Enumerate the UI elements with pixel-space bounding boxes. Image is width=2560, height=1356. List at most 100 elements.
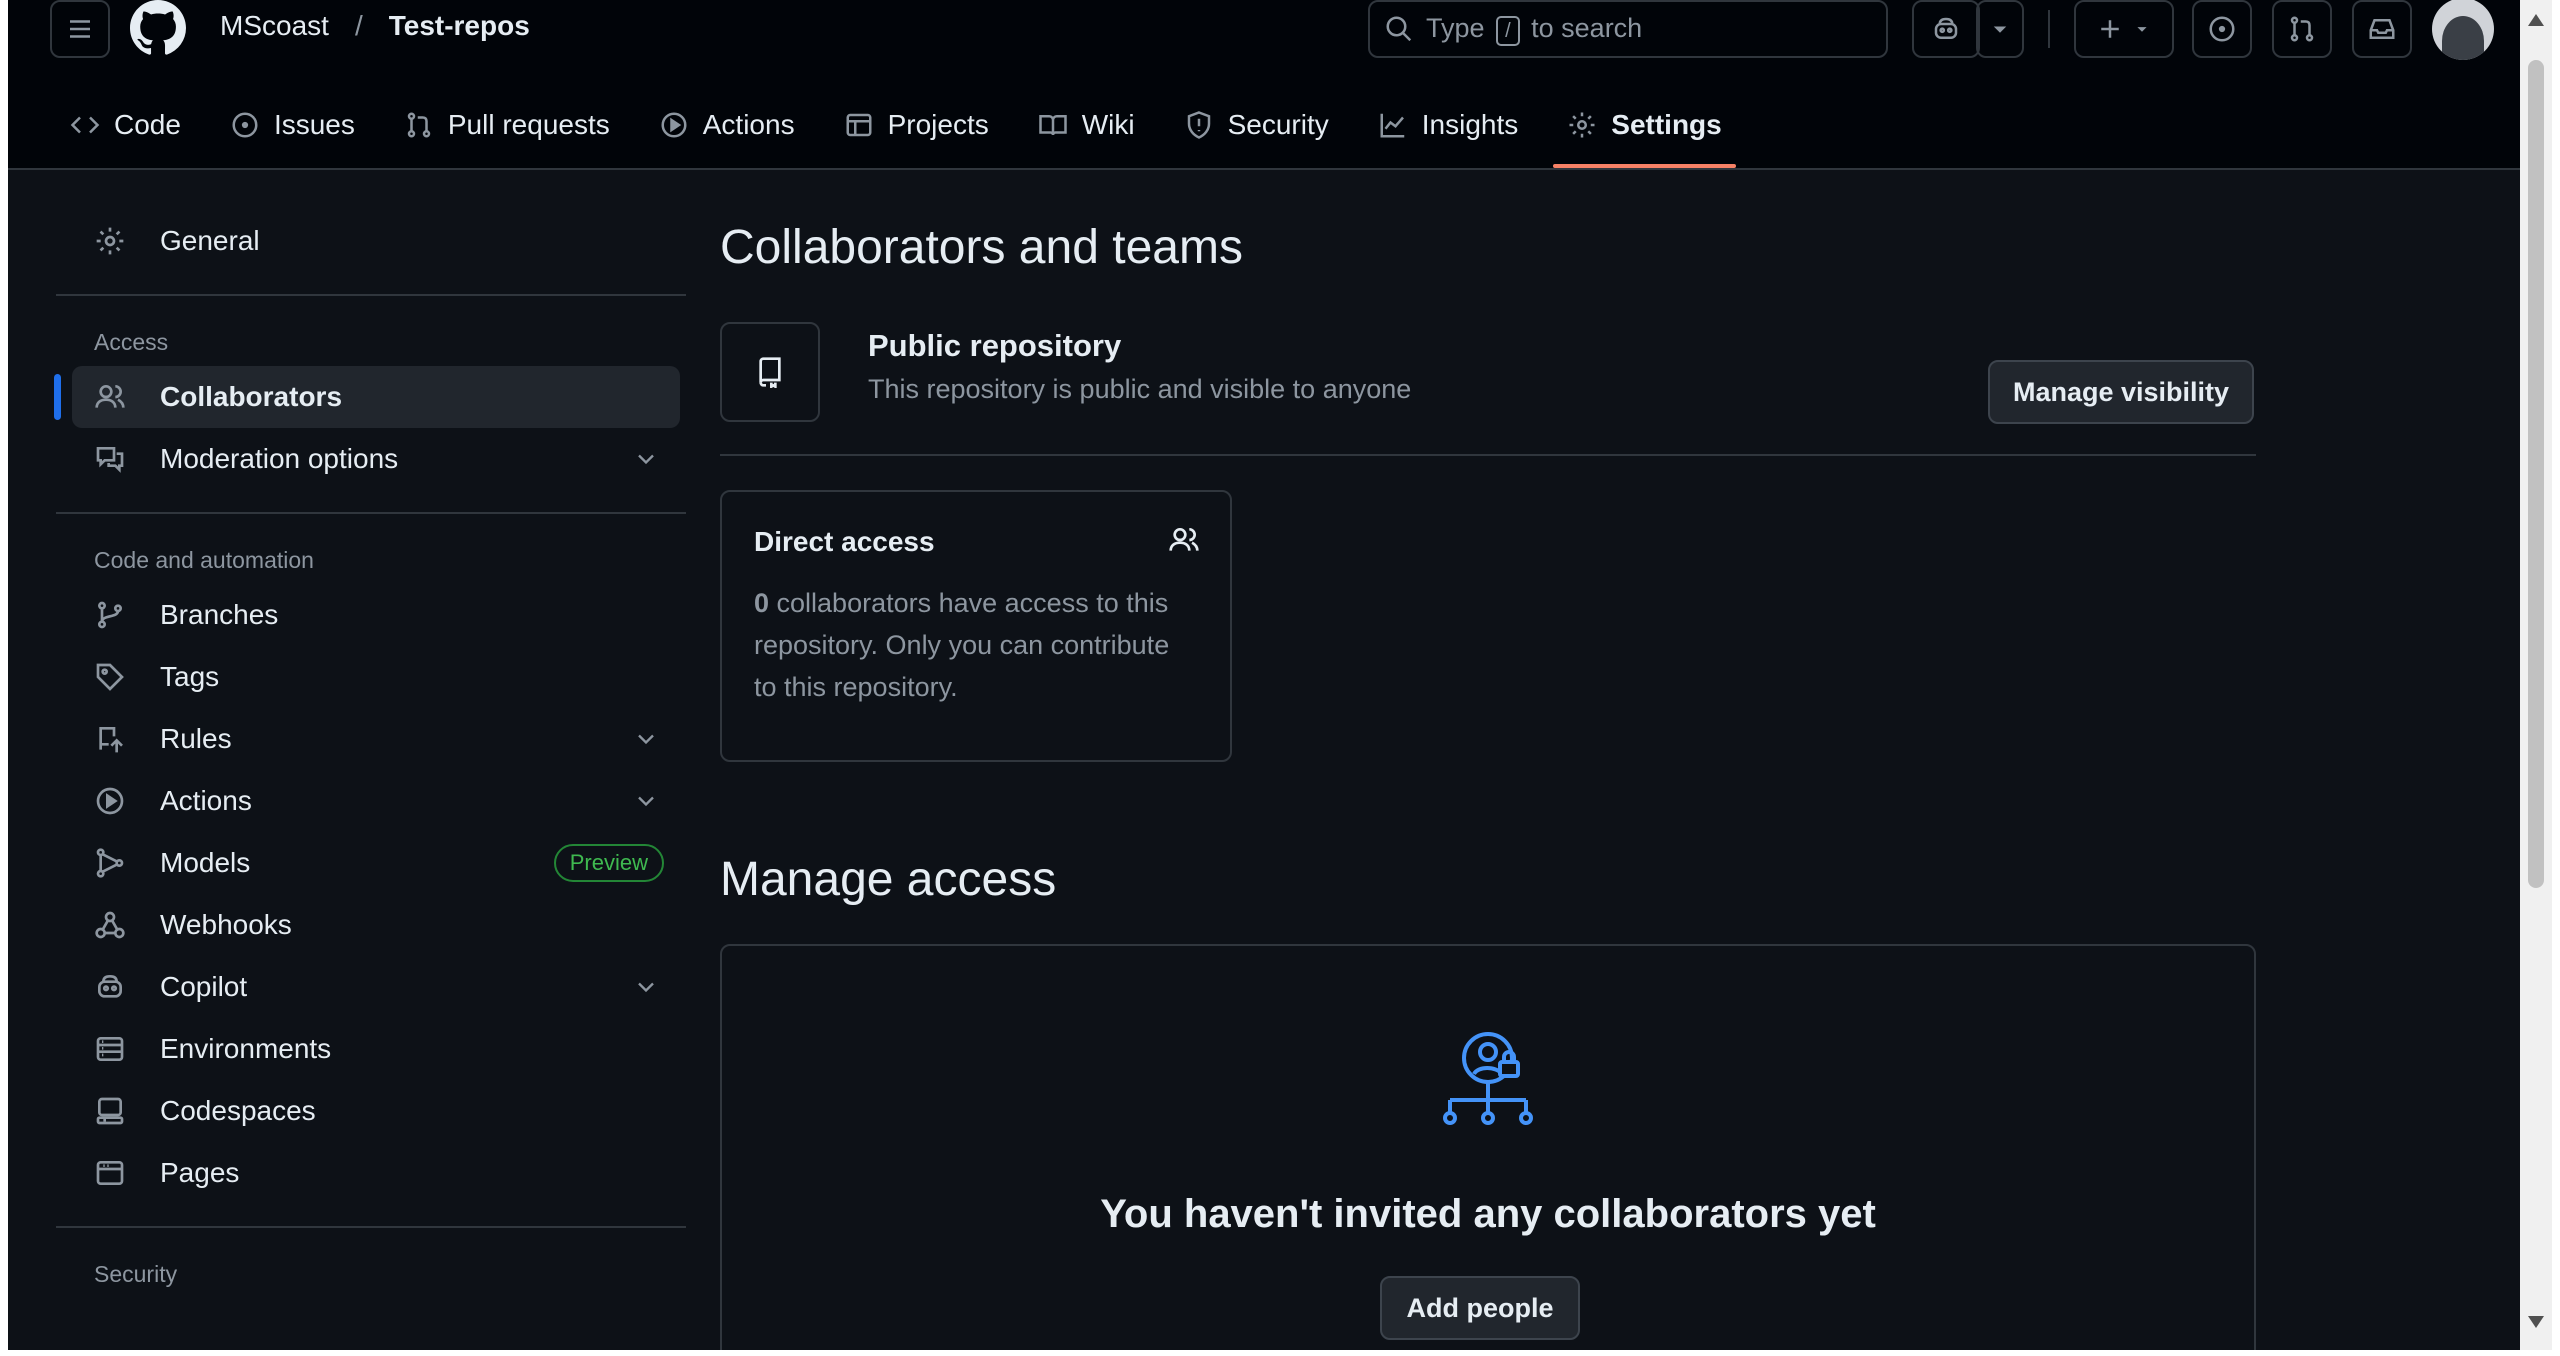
sidebar-item-environments[interactable]: Environments — [72, 1018, 680, 1080]
browser-page: MScoast / Test-repos Type / to search Co… — [8, 0, 2528, 1350]
tab-insights[interactable]: Insights — [1364, 100, 1533, 150]
visibility-section: Public repository This repository is pub… — [720, 322, 2256, 456]
add-people-button[interactable]: Add people — [1380, 1276, 1580, 1340]
search-icon — [1386, 16, 1412, 42]
tab-label: Settings — [1611, 109, 1722, 140]
header-divider — [2048, 10, 2050, 48]
gear-icon — [1569, 112, 1595, 138]
tab-pull-requests[interactable]: Pull requests — [390, 100, 624, 150]
chevron-down-icon — [638, 454, 654, 465]
browser-icon — [96, 1161, 124, 1185]
play-icon — [661, 112, 687, 138]
scroll-up-arrow-icon[interactable] — [2528, 14, 2544, 26]
copilot-icon — [1934, 17, 1958, 39]
direct-access-text: repository. Only you can contribute — [754, 630, 1170, 660]
owner-link[interactable]: MScoast — [220, 10, 329, 42]
tab-label: Actions — [702, 109, 795, 140]
menu-button[interactable] — [50, 0, 110, 58]
models-icon — [96, 848, 124, 878]
copilot-icon — [98, 974, 122, 998]
tab-label: Wiki — [1081, 109, 1135, 140]
direct-access-text: collaborators have access to this — [769, 588, 1169, 618]
copilot-button[interactable] — [1912, 0, 1980, 58]
book-icon — [1038, 115, 1067, 136]
manage-visibility-button[interactable]: Manage visibility — [1988, 360, 2254, 424]
sidebar-item-label: Pages — [160, 1157, 240, 1188]
sidebar-item-collaborators[interactable]: Collaborators — [54, 366, 680, 428]
sidebar-divider — [56, 294, 686, 296]
tab-projects[interactable]: Projects — [830, 100, 1003, 150]
repo-push-icon — [99, 727, 123, 753]
tab-wiki[interactable]: Wiki — [1024, 100, 1149, 150]
sidebar-item-moderation[interactable]: Moderation options — [72, 428, 680, 490]
breadcrumb: MScoast / Test-repos — [220, 10, 530, 42]
sidebar-item-label: Moderation options — [160, 443, 399, 474]
server-icon — [96, 1037, 124, 1061]
sidebar-item-webhooks[interactable]: Webhooks — [72, 894, 680, 956]
table-icon — [846, 113, 872, 137]
people-icon — [95, 385, 125, 408]
search-input[interactable]: Type / to search — [1368, 0, 1888, 58]
collaborator-count: 0 — [754, 588, 770, 618]
main-content: Collaborators and teams Public repositor… — [720, 220, 2256, 1350]
sidebar-item-label: Tags — [160, 661, 220, 692]
hamburger-icon — [70, 20, 90, 38]
comment-discussion-icon — [96, 447, 124, 473]
tab-issues[interactable]: Issues — [216, 100, 369, 150]
tag-icon — [96, 663, 124, 691]
scroll-down-arrow-icon[interactable] — [2528, 1316, 2544, 1328]
chevron-down-icon — [638, 982, 654, 993]
pull-requests-button[interactable] — [2272, 0, 2332, 58]
sidebar-item-label: General — [160, 225, 260, 256]
inbox-icon — [2369, 19, 2395, 39]
sidebar-item-branches[interactable]: Branches — [72, 584, 680, 646]
scrollbar-thumb[interactable] — [2528, 60, 2544, 888]
direct-access-card: Direct access 0 collaborators have acces… — [720, 490, 1232, 762]
sidebar-divider — [56, 1226, 686, 1228]
sidebar-item-rules[interactable]: Rules — [72, 708, 680, 770]
avatar[interactable] — [2432, 0, 2494, 60]
tab-settings[interactable]: Settings — [1553, 100, 1737, 168]
sidebar-item-tags[interactable]: Tags — [72, 646, 680, 708]
sidebar-item-copilot[interactable]: Copilot — [72, 956, 680, 1018]
repo-nav-tabs: Code Issues Pull requests Actions Projec… — [56, 100, 1757, 170]
sidebar-item-label: Models — [160, 847, 251, 878]
pull-request-icon — [407, 112, 431, 138]
plus-icon — [2101, 20, 2119, 38]
visibility-title: Public repository — [868, 328, 1122, 363]
page-title: Collaborators and teams — [720, 221, 1243, 274]
gear-icon — [96, 227, 124, 255]
direct-access-description: 0 collaborators have access to this repo… — [754, 582, 1198, 708]
inbox-button[interactable] — [2352, 0, 2412, 58]
issue-icon — [2209, 16, 2235, 42]
avatar-figure — [2442, 16, 2484, 60]
tab-label: Security — [1227, 109, 1329, 140]
sidebar-item-actions[interactable]: Actions — [72, 770, 680, 832]
sidebar-heading-code: Code and automation — [94, 546, 314, 573]
codespaces-icon — [96, 1097, 124, 1125]
repo-link[interactable]: Test-repos — [389, 10, 530, 42]
manage-access-heading: Manage access — [720, 853, 1057, 906]
sidebar-item-general[interactable]: General — [72, 210, 680, 272]
sidebar-item-models[interactable]: Models Preview — [72, 832, 680, 894]
caret-down-icon — [2137, 27, 2147, 32]
tab-actions[interactable]: Actions — [645, 100, 809, 150]
tab-label: Insights — [1421, 109, 1519, 140]
copilot-menu-button[interactable] — [1976, 0, 2024, 58]
manage-access-empty-state: You haven't invited any collaborators ye… — [720, 944, 2256, 1350]
sidebar-item-pages[interactable]: Pages — [72, 1142, 680, 1204]
issues-button[interactable] — [2192, 0, 2252, 58]
github-logo-icon[interactable] — [128, 0, 188, 56]
sidebar-item-label: Copilot — [160, 971, 248, 1002]
tab-code[interactable]: Code — [56, 100, 195, 150]
sidebar-item-codespaces[interactable]: Codespaces — [72, 1080, 680, 1142]
graph-icon — [1380, 113, 1405, 138]
direct-access-text: to this repository. — [754, 672, 958, 702]
vertical-scrollbar[interactable] — [2520, 0, 2552, 1350]
sidebar-divider — [56, 512, 686, 514]
tab-security[interactable]: Security — [1170, 100, 1343, 150]
create-new-button[interactable] — [2074, 0, 2174, 58]
sidebar-heading-access: Access — [94, 328, 169, 355]
pull-request-icon — [2290, 16, 2314, 42]
settings-sidebar: General Access Collaborators Moderation … — [54, 210, 686, 1298]
